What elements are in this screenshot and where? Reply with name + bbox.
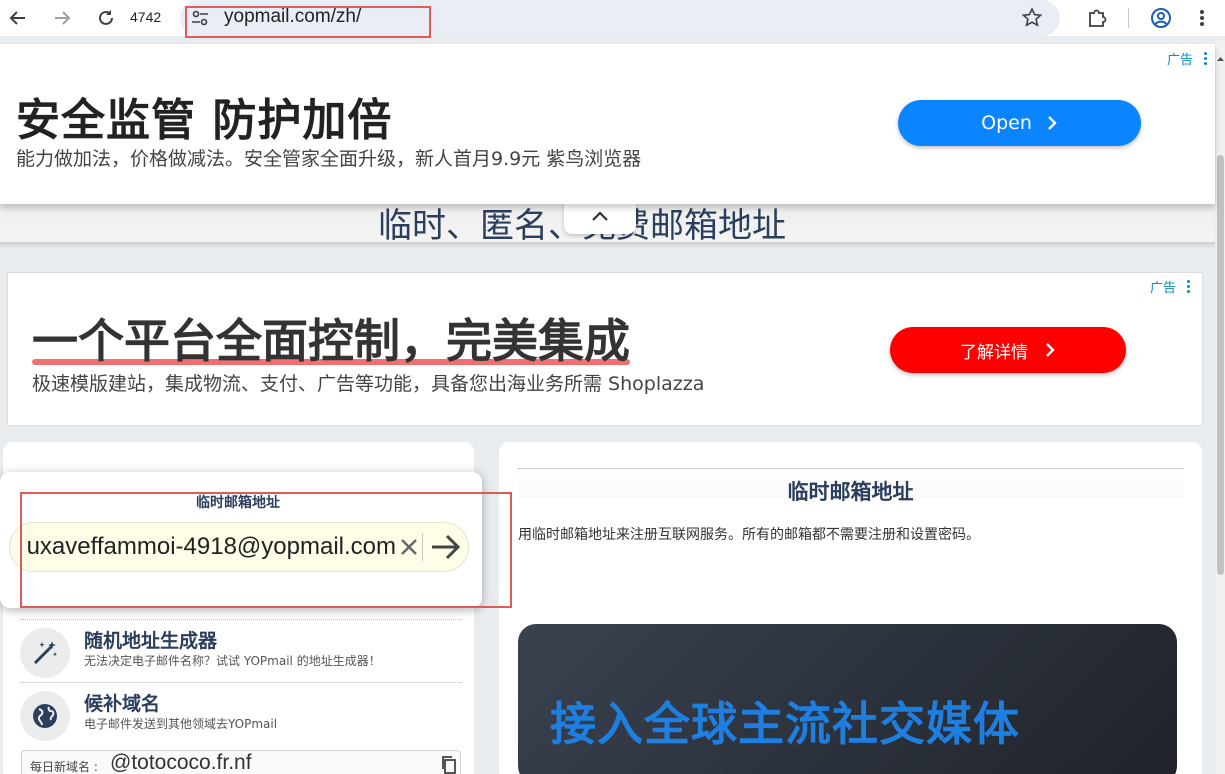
- ad-open-button[interactable]: Open: [898, 100, 1141, 146]
- new-domain-label: 每日新域名 :: [30, 760, 98, 774]
- toolbar-divider: [1128, 8, 1129, 28]
- right-panel-description: 用临时邮箱地址来注册互联网服务。所有的邮箱都不需要注册和设置密码。: [518, 527, 980, 543]
- browser-toolbar: 4742 yopmail.com/zh/: [0, 0, 1225, 38]
- ad-title: 安全监管 防护加倍: [16, 95, 393, 146]
- ad-options-icon[interactable]: [1187, 280, 1191, 295]
- ad-label: 广告: [1150, 281, 1177, 296]
- chevron-up-icon: [592, 211, 608, 221]
- scroll-up-arrow-icon[interactable]: [1216, 54, 1225, 64]
- back-button[interactable]: [4, 4, 32, 32]
- arrow-right-icon: [55, 11, 71, 25]
- ad-subtitle: 极速模版建站，集成物流、支付、广告等功能，具备您出海业务所需 Shoplazza: [32, 373, 705, 395]
- feature-subtitle: 无法决定电子邮件名称？试试 YOPmail 的地址生成器！: [84, 654, 381, 668]
- copy-icon[interactable]: [440, 755, 458, 774]
- social-media-ad-banner[interactable]: 接入全球主流社交媒体: [518, 624, 1177, 774]
- reload-icon: [99, 10, 113, 25]
- new-domain-value[interactable]: @totococo.fr.nf: [110, 751, 252, 774]
- feature-title: 候补域名: [84, 693, 161, 715]
- arrow-left-icon: [9, 11, 25, 25]
- second-ad-banner[interactable]: 广告 一个平台全面控制，完美集成 极速模版建站，集成物流、支付、广告等功能，具备…: [7, 272, 1203, 426]
- daily-new-domain: 每日新域名 : @totococo.fr.nf: [21, 750, 461, 774]
- reload-button[interactable]: [92, 4, 120, 32]
- ad-learn-more-button[interactable]: 了解详情: [890, 327, 1126, 373]
- ad-open-label: Open: [981, 112, 1032, 134]
- ad-label: 广告: [1167, 53, 1194, 68]
- extensions-puzzle-icon[interactable]: [1083, 4, 1111, 32]
- scrollbar-thumb[interactable]: [1217, 155, 1224, 575]
- globe-icon: [20, 691, 70, 741]
- profile-avatar-icon[interactable]: [1147, 4, 1175, 32]
- magic-wand-icon: [20, 628, 70, 678]
- email-highlight-box: [20, 492, 512, 608]
- feature-random-generator[interactable]: 随机地址生成器 无法决定电子邮件名称？试试 YOPmail 的地址生成器！: [20, 619, 462, 679]
- ad-options-icon[interactable]: [1204, 52, 1208, 67]
- chevron-right-icon: [1048, 116, 1057, 130]
- right-panel-title: 临时邮箱地址: [787, 480, 914, 504]
- url-highlight-box: [185, 6, 431, 38]
- browser-menu-icon[interactable]: [1190, 4, 1214, 32]
- tab-count: 4742: [130, 9, 162, 25]
- top-ad-banner[interactable]: 广告 安全监管 防护加倍 能力做加法，价格做减法。安全管家全面升级，新人首月9.…: [0, 44, 1215, 204]
- forward-button[interactable]: [48, 4, 76, 32]
- feature-alternate-domains[interactable]: 候补域名 电子邮件发送到其他领域去YOPmail: [20, 682, 462, 742]
- chevron-right-icon: [1046, 343, 1055, 357]
- banner-headline: 接入全球主流社交媒体: [550, 697, 1020, 751]
- ad-subtitle: 能力做加法，价格做减法。安全管家全面升级，新人首月9.9元 紫鸟浏览器: [16, 148, 642, 170]
- feature-title: 随机地址生成器: [84, 630, 218, 652]
- ad-title: 一个平台全面控制，完美集成: [32, 314, 630, 368]
- feature-subtitle: 电子邮件发送到其他领域去YOPmail: [84, 717, 278, 731]
- ad-learn-more-label: 了解详情: [960, 342, 1028, 363]
- bookmark-star-icon[interactable]: [1018, 4, 1046, 32]
